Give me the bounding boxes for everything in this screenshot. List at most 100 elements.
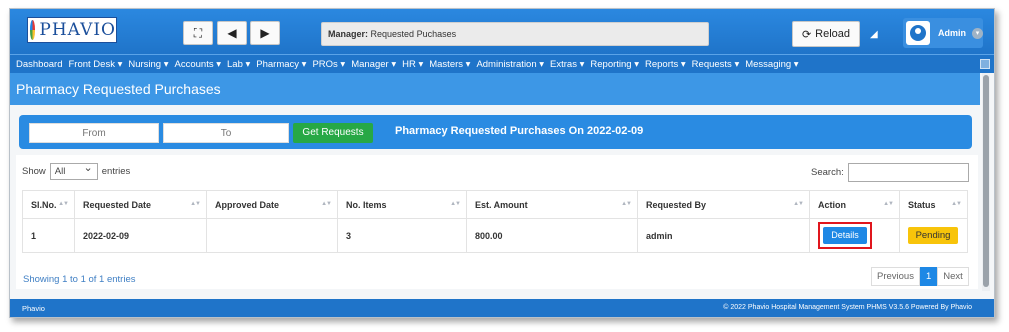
col-label: Sl.No. (31, 199, 57, 210)
col-label: Approved Date (215, 199, 280, 210)
col-label: No. Items (346, 199, 387, 210)
from-date-input[interactable] (29, 123, 159, 143)
sort-icon: ▲▼ (951, 201, 962, 207)
nav-item-pharmacy[interactable]: Pharmacy ▾ (256, 59, 306, 70)
col-sl-no[interactable]: Sl.No. ▲▼ (22, 190, 75, 219)
manager-value: Requested Puchases (370, 29, 457, 39)
search-control: Search: (811, 163, 969, 182)
cell-requested-by: admin (637, 218, 810, 253)
fullscreen-button[interactable]: ⛶ (183, 21, 213, 45)
table-row: 1 2022-02-09 3 800.00 admin Details Pend… (22, 218, 968, 253)
user-icon (910, 25, 926, 41)
nav-item-reports[interactable]: Reports ▾ (645, 59, 686, 70)
scrollbar-thumb[interactable] (983, 75, 989, 287)
nav-item-dashboard[interactable]: Dashboard (16, 59, 62, 70)
highlight-box: Details (818, 222, 872, 249)
col-requested-by[interactable]: Requested By ▲▼ (637, 190, 810, 219)
cell-no-items: 3 (337, 218, 467, 253)
nav-item-manager[interactable]: Manager ▾ (351, 59, 396, 70)
pagination: Previous 1 Next (871, 267, 969, 286)
nav-item-messaging[interactable]: Messaging ▾ (745, 59, 798, 70)
show-label: Show (22, 166, 46, 177)
nav-item-pros[interactable]: PROs ▾ (312, 59, 345, 70)
main-nav: Dashboard Front Desk ▾ Nursing ▾ Account… (10, 54, 994, 73)
nav-item-accounts[interactable]: Accounts ▾ (175, 59, 221, 70)
nav-item-requests[interactable]: Requests ▾ (692, 59, 740, 70)
cell-est-amount: 800.00 (466, 218, 638, 253)
col-status[interactable]: Status ▲▼ (899, 190, 968, 219)
sort-icon: ▲▼ (621, 201, 632, 207)
col-action[interactable]: Action ▲▼ (809, 190, 900, 219)
cell-requested-date: 2022-02-09 (74, 218, 207, 253)
col-approved-date[interactable]: Approved Date ▲▼ (206, 190, 338, 219)
nav-item-masters[interactable]: Masters ▾ (429, 59, 470, 70)
collapse-icon[interactable] (980, 59, 990, 69)
forward-button[interactable]: ▶ (250, 21, 280, 45)
status-badge: Pending (908, 227, 958, 244)
manager-label: Manager: (328, 29, 369, 39)
filter-bar: Get Requests Pharmacy Requested Purchase… (19, 115, 972, 149)
col-label: Status (908, 199, 936, 210)
expand-icon: ⛶ (193, 25, 203, 40)
footer-brand: Phavio (22, 304, 45, 313)
chevron-down-icon: ▾ (972, 27, 983, 39)
table-header-row: Sl.No. ▲▼ Requested Date ▲▼ Approved Date ▲… (22, 190, 968, 219)
cell-status: Pending (899, 218, 968, 253)
previous-button[interactable]: Previous (871, 267, 920, 286)
next-button[interactable]: Next (937, 267, 969, 286)
page-button-current[interactable]: 1 (919, 267, 938, 286)
arrow-right-icon: ▶ (260, 26, 270, 40)
logo-icon (30, 20, 36, 40)
reload-button[interactable]: ⟳ Reload (792, 21, 860, 47)
nav-item-administration[interactable]: Administration ▾ (476, 59, 544, 70)
entries-label: entries (101, 166, 131, 177)
sort-icon: ▲▼ (190, 201, 201, 207)
search-label: Search: (811, 167, 844, 178)
signal-icon: ◢ (870, 29, 878, 40)
get-requests-button[interactable]: Get Requests (293, 123, 373, 143)
vertical-scrollbar[interactable] (982, 73, 990, 291)
page-footer: Phavio © 2022 Phavio Hospital Management… (10, 299, 994, 317)
nav-item-front-desk[interactable]: Front Desk ▾ (68, 59, 122, 70)
sort-icon: ▲▼ (793, 201, 804, 207)
page-header: Pharmacy Requested Purchases (10, 73, 980, 105)
app-window: PHAVIO ⛶ ◀ ▶ Manager: Requested Puchases… (9, 8, 995, 318)
col-requested-date[interactable]: Requested Date ▲▼ (74, 190, 207, 219)
nav-item-hr[interactable]: HR ▾ (402, 59, 423, 70)
col-label: Action (818, 199, 846, 210)
cell-sl-no: 1 (22, 218, 75, 253)
app-logo[interactable]: PHAVIO (27, 17, 117, 43)
requests-table: Sl.No. ▲▼ Requested Date ▲▼ Approved Date ▲… (22, 190, 968, 253)
back-button[interactable]: ◀ (217, 21, 247, 45)
entries-select[interactable]: All (49, 161, 98, 180)
nav-item-reporting[interactable]: Reporting ▾ (590, 59, 639, 70)
footer-copyright: © 2022 Phavio Hospital Management System… (723, 304, 972, 311)
nav-item-nursing[interactable]: Nursing ▾ (128, 59, 168, 70)
requests-panel: Show All entries Search: Sl.No.▲▼ Reques… (16, 155, 978, 289)
details-button[interactable]: Details (823, 227, 867, 244)
logo-text: PHAVIO (39, 20, 116, 40)
refresh-icon: ⟳ (801, 28, 812, 41)
page-title: Pharmacy Requested Purchases (16, 81, 221, 97)
sort-icon: ▲▼ (450, 201, 461, 207)
reload-label: Reload (815, 28, 851, 40)
cell-action: Details (809, 218, 900, 253)
col-no-items[interactable]: No. Items ▲▼ (337, 190, 467, 219)
col-label: Est. Amount (475, 199, 528, 210)
sort-icon: ▲▼ (321, 201, 332, 207)
nav-item-extras[interactable]: Extras ▾ (550, 59, 584, 70)
entries-info: Showing 1 to 1 of 1 entries (23, 274, 136, 285)
col-est-amount[interactable]: Est. Amount ▲▼ (466, 190, 638, 219)
col-label: Requested Date (83, 199, 152, 210)
sort-icon: ▲▼ (883, 201, 894, 207)
nav-item-lab[interactable]: Lab ▾ (227, 59, 250, 70)
user-menu[interactable]: Admin ▾ (903, 18, 983, 48)
entries-control: Show All entries (22, 161, 131, 180)
top-header: PHAVIO ⛶ ◀ ▶ Manager: Requested Puchases… (10, 9, 994, 54)
search-input[interactable] (847, 163, 969, 182)
filter-heading: Pharmacy Requested Purchases On 2022-02-… (395, 125, 644, 137)
cell-approved-date (206, 218, 338, 253)
user-name: Admin (938, 28, 966, 38)
sort-icon: ▲▼ (58, 201, 69, 207)
to-date-input[interactable] (163, 123, 289, 143)
